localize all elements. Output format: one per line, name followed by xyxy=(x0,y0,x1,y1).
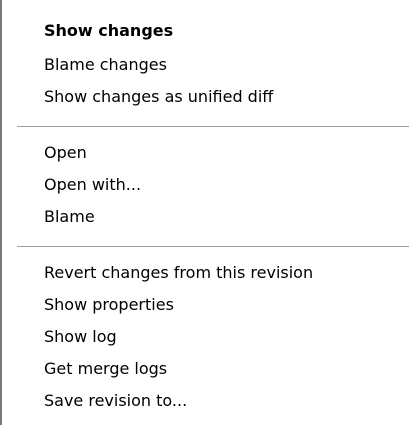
menu-item-open-with[interactable]: Open with... xyxy=(44,175,141,195)
menu-item-save-revision-to[interactable]: Save revision to... xyxy=(44,391,187,411)
menu-left-border xyxy=(0,0,2,425)
menu-item-revert-changes[interactable]: Revert changes from this revision xyxy=(44,263,313,283)
menu-item-blame[interactable]: Blame xyxy=(44,207,95,227)
menu-separator xyxy=(17,246,409,248)
menu-item-blame-changes[interactable]: Blame changes xyxy=(44,55,167,75)
menu-item-show-changes[interactable]: Show changes xyxy=(44,21,173,41)
menu-item-get-merge-logs[interactable]: Get merge logs xyxy=(44,359,167,379)
menu-item-open[interactable]: Open xyxy=(44,143,87,163)
menu-separator xyxy=(17,126,409,128)
context-menu: Show changes Blame changes Show changes … xyxy=(0,0,412,425)
menu-item-show-changes-unified-diff[interactable]: Show changes as unified diff xyxy=(44,87,273,107)
menu-item-show-properties[interactable]: Show properties xyxy=(44,295,174,315)
menu-item-show-log[interactable]: Show log xyxy=(44,327,117,347)
